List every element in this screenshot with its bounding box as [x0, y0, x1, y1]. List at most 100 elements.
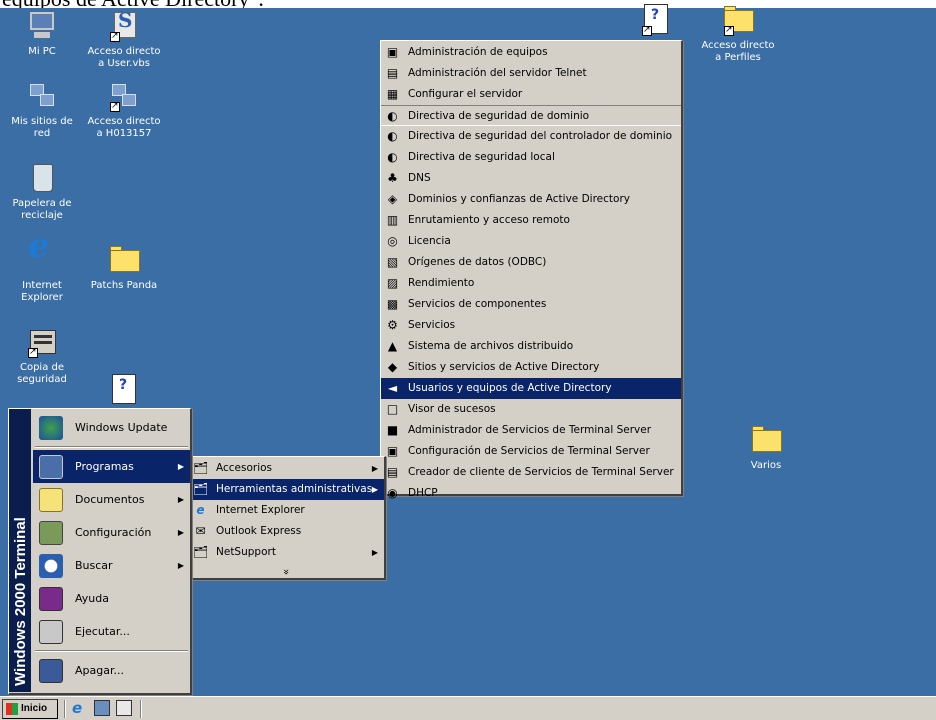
computer-icon — [26, 10, 58, 42]
admin-item[interactable]: ■ Administrador de Servicios de Terminal … — [381, 420, 681, 441]
admin-item[interactable]: ◈ Dominios y confianzas de Active Directo… — [381, 189, 681, 210]
dhcp-icon: ◉ — [387, 486, 398, 500]
admin-item[interactable]: ▲ Sistema de archivos distribuido — [381, 336, 681, 357]
routing-icon: ▥ — [386, 213, 399, 227]
desktop-icon-patchs-panda[interactable]: Patchs Panda — [82, 244, 166, 292]
menu-item-label: Administración del servidor Telnet — [408, 67, 587, 79]
programs-item-netsupport[interactable]: 🗂 NetSupport ▶ — [189, 542, 384, 563]
start-button-label: Inicio — [21, 703, 48, 714]
admin-item[interactable]: ▨ Rendimiento — [381, 273, 681, 294]
admin-item[interactable]: ◄ Usuarios y equipos de Active Directory — [381, 378, 681, 399]
menu-item-label: Dominios y confianzas de Active Director… — [408, 193, 630, 205]
admin-item[interactable]: ◎ Licencia — [381, 231, 681, 252]
domains-icon: ◈ — [387, 192, 398, 206]
menu-item-label: Licencia — [408, 235, 451, 247]
windows-update-icon — [39, 416, 63, 440]
recycle-bin-icon — [26, 162, 58, 194]
menu-item-label: Servicios — [408, 319, 456, 331]
start-button[interactable]: Inicio — [2, 699, 58, 719]
menu-item-label: Herramientas administrativas — [216, 483, 373, 495]
admin-item[interactable]: ◉ DHCP — [381, 483, 681, 504]
admin-item[interactable]: ◆ Sitios y servicios de Active Directory — [381, 357, 681, 378]
programs-item-internet-explorer[interactable]: e Internet Explorer — [189, 500, 384, 521]
network-icon — [26, 80, 58, 112]
folder-program-icon: 🗂 — [193, 461, 209, 475]
desktop-icon-papelera[interactable]: Papelera de reciclaje — [0, 162, 84, 222]
admin-item[interactable]: □ Visor de sucesos — [381, 399, 681, 420]
start-item-buscar[interactable]: Buscar ▶ — [33, 549, 190, 582]
programs-menu: 🗂 Accesorios ▶ 🗂 Herramientas administra… — [188, 456, 386, 580]
start-item-windows-update[interactable]: Windows Update — [33, 411, 190, 444]
menu-item-label: Usuarios y equipos de Active Directory — [408, 382, 612, 394]
computer-management-icon: ▣ — [386, 45, 399, 59]
desktop-icon-mi-pc[interactable]: Mi PC — [0, 10, 84, 58]
programs-item-outlook-express[interactable]: ✉ Outlook Express — [189, 521, 384, 542]
folder-icon — [750, 424, 782, 456]
admin-item[interactable]: ▣ Administración de equipos — [381, 42, 681, 63]
windows-flag-icon — [6, 703, 18, 715]
admin-item[interactable]: ▦ Configurar el servidor — [381, 84, 681, 105]
desktop-icon-acceso-perfiles[interactable]: Acceso directo a Perfiles — [696, 4, 780, 64]
ie-icon: e — [28, 226, 50, 266]
desktop-icon-acceso-h013157[interactable]: Acceso directo a H013157 — [82, 80, 166, 140]
programs-more-chevron[interactable]: » — [189, 563, 384, 581]
desktop-icon-notepad[interactable] — [82, 374, 166, 410]
admin-item[interactable]: ▣ Configuración de Servicios de Terminal … — [381, 441, 681, 462]
folder-icon — [108, 244, 140, 276]
admin-item[interactable]: ♣ DNS — [381, 168, 681, 189]
admin-item[interactable]: ◐ Directiva de seguridad de dominio — [381, 105, 681, 126]
menu-item-label: DNS — [408, 172, 431, 184]
desktop-icon-label: Varios — [750, 460, 782, 471]
menu-item-label: Programas — [75, 460, 134, 473]
admin-item[interactable]: ◐ Directiva de seguridad del controlador … — [381, 126, 681, 147]
component-services-icon: ▩ — [386, 297, 399, 311]
programs-item-herramientas-administrativas[interactable]: 🗂 Herramientas administrativas ▶ — [189, 479, 384, 500]
performance-icon: ▨ — [386, 276, 399, 290]
admin-item[interactable]: ▧ Orígenes de datos (ODBC) — [381, 252, 681, 273]
terminal-admin-icon: ■ — [386, 423, 399, 437]
terminal-config-icon: ▣ — [386, 444, 399, 458]
admin-item[interactable]: ▤ Creador de cliente de Servicios de Term… — [381, 462, 681, 483]
desktop-icon-varios[interactable]: Varios — [724, 424, 808, 472]
desktop-icon-label: Acceso directo a H013157 — [87, 116, 161, 139]
submenu-arrow-icon: ▶ — [177, 495, 184, 504]
desktop-icon-help-shortcut[interactable] — [614, 4, 698, 40]
desktop-icon-acceso-user[interactable]: S Acceso directo a User.vbs — [82, 10, 166, 70]
desktop-icon-label: Copia de seguridad — [17, 362, 67, 385]
menu-item-label: Rendimiento — [408, 277, 475, 289]
admin-item[interactable]: ⚙ Servicios — [381, 315, 681, 336]
policy-icon: ◐ — [387, 150, 398, 164]
admin-item[interactable]: ▤ Administración del servidor Telnet — [381, 63, 681, 84]
desktop-icon-copia-seguridad[interactable]: Copia de seguridad — [0, 326, 84, 386]
start-item-configuracion[interactable]: Configuración ▶ — [33, 516, 190, 549]
menu-item-label: Creador de cliente de Servicios de Termi… — [408, 466, 674, 478]
backup-icon — [26, 326, 58, 358]
show-desktop-icon[interactable] — [116, 700, 132, 716]
menu-item-label: Buscar — [75, 559, 113, 572]
submenu-arrow-icon: ▶ — [371, 548, 378, 557]
start-item-documentos[interactable]: Documentos ▶ — [33, 483, 190, 516]
search-icon — [39, 554, 63, 578]
outlook-icon[interactable] — [94, 700, 110, 716]
ie-icon[interactable]: e — [72, 700, 88, 716]
event-viewer-icon: □ — [386, 402, 399, 416]
start-item-ayuda[interactable]: Ayuda — [33, 582, 190, 615]
start-item-ejecutar[interactable]: Ejecutar... — [33, 615, 190, 648]
menu-item-label: Administración de equipos — [408, 46, 548, 58]
submenu-arrow-icon: ▶ — [177, 561, 184, 570]
shutdown-icon — [39, 659, 63, 683]
menu-item-label: Apagar... — [75, 664, 124, 677]
admin-item[interactable]: ▥ Enrutamiento y acceso remoto — [381, 210, 681, 231]
desktop-icon-internet-explorer[interactable]: e Internet Explorer — [0, 226, 84, 304]
submenu-arrow-icon: ▶ — [177, 462, 184, 471]
desktop-icon-mis-sitios[interactable]: Mis sitios de red — [0, 80, 84, 140]
admin-item[interactable]: ▩ Servicios de componentes — [381, 294, 681, 315]
chevron-down-icon: » — [280, 568, 293, 576]
programs-item-accesorios[interactable]: 🗂 Accesorios ▶ — [189, 458, 384, 479]
menu-item-label: Visor de sucesos — [408, 403, 496, 415]
license-icon: ◎ — [387, 234, 398, 248]
start-item-apagar[interactable]: Apagar... — [33, 654, 190, 687]
menu-item-label: Configuración — [75, 526, 152, 539]
admin-item[interactable]: ◐ Directiva de seguridad local — [381, 147, 681, 168]
start-item-programas[interactable]: Programas ▶ — [33, 450, 190, 483]
